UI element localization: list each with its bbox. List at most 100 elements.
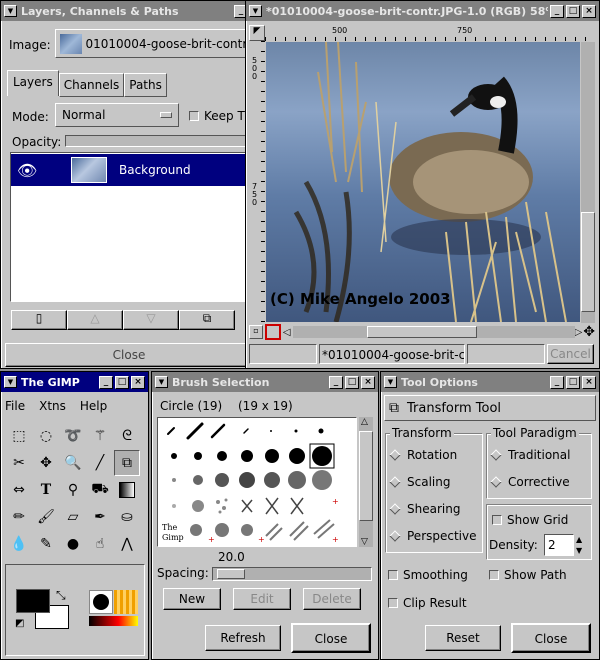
clip-result-checkbox[interactable]: Clip Result — [388, 596, 467, 610]
horizontal-scrollbar[interactable] — [292, 326, 575, 338]
eraser-icon[interactable]: ▱ — [60, 504, 86, 530]
bucket-fill-icon[interactable]: ⛟ — [87, 477, 113, 503]
reset-button[interactable]: Reset — [425, 625, 501, 651]
window-menu-icon[interactable]: ▼ — [249, 5, 262, 17]
color-picker-icon[interactable]: ⚲ — [60, 477, 86, 503]
close-icon[interactable]: × — [361, 375, 375, 389]
horizontal-ruler[interactable]: 500 750 — [265, 25, 595, 41]
layers-close-button[interactable]: Close — [5, 343, 253, 367]
default-colors-icon[interactable]: ◩ — [15, 618, 24, 629]
quickmask-off-icon[interactable]: ▫ — [249, 325, 263, 339]
scissors-icon[interactable]: ✂ — [6, 450, 32, 476]
vertical-scrollbar[interactable] — [581, 42, 595, 323]
menu-xtns[interactable]: Xtns — [39, 399, 66, 413]
quickmask-on-icon[interactable] — [264, 324, 281, 340]
tab-channels[interactable]: Channels — [58, 73, 125, 97]
bezier-select-icon[interactable]: ᘓ — [114, 423, 140, 449]
gradient-icon[interactable] — [114, 477, 140, 503]
ruler-corner[interactable]: ◤ — [249, 25, 265, 41]
radio-traditional[interactable]: Traditional — [490, 448, 570, 462]
radio-rotation[interactable]: Rotation — [389, 448, 457, 462]
new-brush-button[interactable]: New — [163, 588, 221, 610]
menu-file[interactable]: File — [5, 399, 25, 413]
magic-wand-icon[interactable]: ⚚ — [87, 423, 113, 449]
lasso-icon[interactable]: ➰ — [60, 423, 86, 449]
menu-help[interactable]: Help — [80, 399, 107, 413]
minimize-icon[interactable]: _ — [550, 4, 564, 18]
edit-brush-button[interactable]: Edit — [233, 588, 291, 610]
raise-layer-button[interactable]: △ — [67, 310, 123, 330]
ellipse-select-icon[interactable]: ◌ — [33, 423, 59, 449]
maximize-icon[interactable]: □ — [566, 375, 580, 389]
refresh-button[interactable]: Refresh — [205, 625, 281, 651]
density-spinner[interactable]: ▲ ▼ — [576, 534, 582, 556]
transform-icon[interactable]: ⧉ — [114, 450, 140, 476]
dodge-burn-icon[interactable]: ● — [60, 531, 86, 557]
window-menu-icon[interactable]: ▼ — [155, 376, 168, 388]
vertical-ruler[interactable]: 500 750 — [249, 41, 265, 323]
scroll-right-icon[interactable]: ▷ — [575, 327, 583, 338]
radio-scaling[interactable]: Scaling — [389, 475, 450, 489]
show-path-checkbox[interactable]: Show Path — [489, 568, 567, 582]
pencil-icon[interactable]: ✏ — [6, 504, 32, 530]
spacing-slider-thumb[interactable] — [217, 569, 245, 579]
v-scroll-thumb[interactable] — [581, 212, 595, 312]
radio-corrective[interactable]: Corrective — [490, 475, 570, 489]
brush-close-button[interactable]: Close — [291, 623, 371, 653]
window-menu-icon[interactable]: ▼ — [384, 376, 397, 388]
brush-titlebar[interactable]: ▼ Brush Selection _ □ × — [152, 372, 378, 392]
new-layer-button[interactable]: ▯ — [11, 310, 67, 330]
brush-scrollbar[interactable]: △ ▽ — [359, 417, 373, 547]
tab-layers[interactable]: Layers — [7, 70, 59, 96]
ink-icon[interactable]: ✎ — [33, 531, 59, 557]
mode-dropdown[interactable]: Normal — [55, 103, 179, 127]
radio-perspective[interactable]: Perspective — [389, 529, 477, 543]
duplicate-layer-button[interactable]: ⧉ — [179, 310, 235, 330]
crop-icon[interactable]: ╱ — [87, 450, 113, 476]
brush-grid[interactable]: The Gimp + + + + — [157, 417, 357, 547]
active-pattern-icon[interactable] — [114, 590, 138, 614]
spacing-slider[interactable] — [212, 567, 372, 581]
smudge-icon[interactable]: ☝ — [87, 531, 113, 557]
magnify-icon[interactable]: 🔍 — [60, 450, 86, 476]
h-scroll-thumb[interactable] — [366, 326, 477, 338]
maximize-icon[interactable]: □ — [115, 375, 129, 389]
window-menu-icon[interactable]: ▼ — [4, 376, 17, 388]
maximize-icon[interactable]: □ — [345, 375, 359, 389]
minimize-icon[interactable]: _ — [550, 375, 564, 389]
radio-shearing[interactable]: Shearing — [389, 502, 460, 516]
opacity-slider[interactable] — [65, 135, 253, 147]
minimize-icon[interactable]: _ — [99, 375, 113, 389]
move-icon[interactable]: ✥ — [33, 450, 59, 476]
foreground-color-swatch[interactable] — [16, 589, 50, 613]
window-menu-icon[interactable]: ▼ — [4, 5, 17, 17]
lower-layer-button[interactable]: ▽ — [123, 310, 179, 330]
image-selector[interactable]: 01010004-goose-brit-contr. — [55, 29, 251, 58]
cancel-button[interactable]: Cancel — [547, 344, 594, 364]
eye-icon[interactable]: 👁 — [17, 161, 57, 180]
image-titlebar[interactable]: ▼ *01010004-goose-brit-contr.JPG-1.0 (RG… — [246, 1, 599, 21]
rect-select-icon[interactable]: ⬚ — [6, 423, 32, 449]
minimize-icon[interactable]: _ — [329, 375, 343, 389]
tool-options-close-button[interactable]: Close — [511, 623, 591, 653]
paintbrush-icon[interactable]: 🖌 — [33, 504, 59, 530]
toolbox-titlebar[interactable]: ▼ The GIMP _ □ × — [1, 372, 148, 392]
maximize-icon[interactable]: □ — [566, 4, 580, 18]
layers-titlebar[interactable]: ▼ Layers, Channels & Paths _ — [1, 1, 251, 21]
close-icon[interactable]: × — [131, 375, 145, 389]
density-input[interactable]: 2 — [544, 534, 574, 556]
clone-icon[interactable]: ⛀ — [114, 504, 140, 530]
navigate-icon[interactable]: ✥ — [583, 324, 595, 340]
measure-icon[interactable]: ⋀ — [114, 531, 140, 557]
active-brush-icon[interactable] — [89, 590, 113, 614]
tab-paths[interactable]: Paths — [124, 73, 167, 97]
close-icon[interactable]: × — [582, 4, 596, 18]
active-gradient-icon[interactable] — [89, 616, 138, 626]
scroll-left-icon[interactable]: ◁ — [283, 327, 291, 338]
flip-icon[interactable]: ⇔ — [6, 477, 32, 503]
image-canvas[interactable]: (C) Mike Angelo 2003 — [266, 42, 580, 322]
swap-colors-icon[interactable]: ⤡ — [56, 588, 66, 603]
show-grid-checkbox[interactable]: Show Grid — [492, 513, 568, 527]
brush-scroll-thumb[interactable] — [359, 431, 373, 521]
keep-trans-checkbox[interactable]: Keep T — [189, 109, 245, 123]
